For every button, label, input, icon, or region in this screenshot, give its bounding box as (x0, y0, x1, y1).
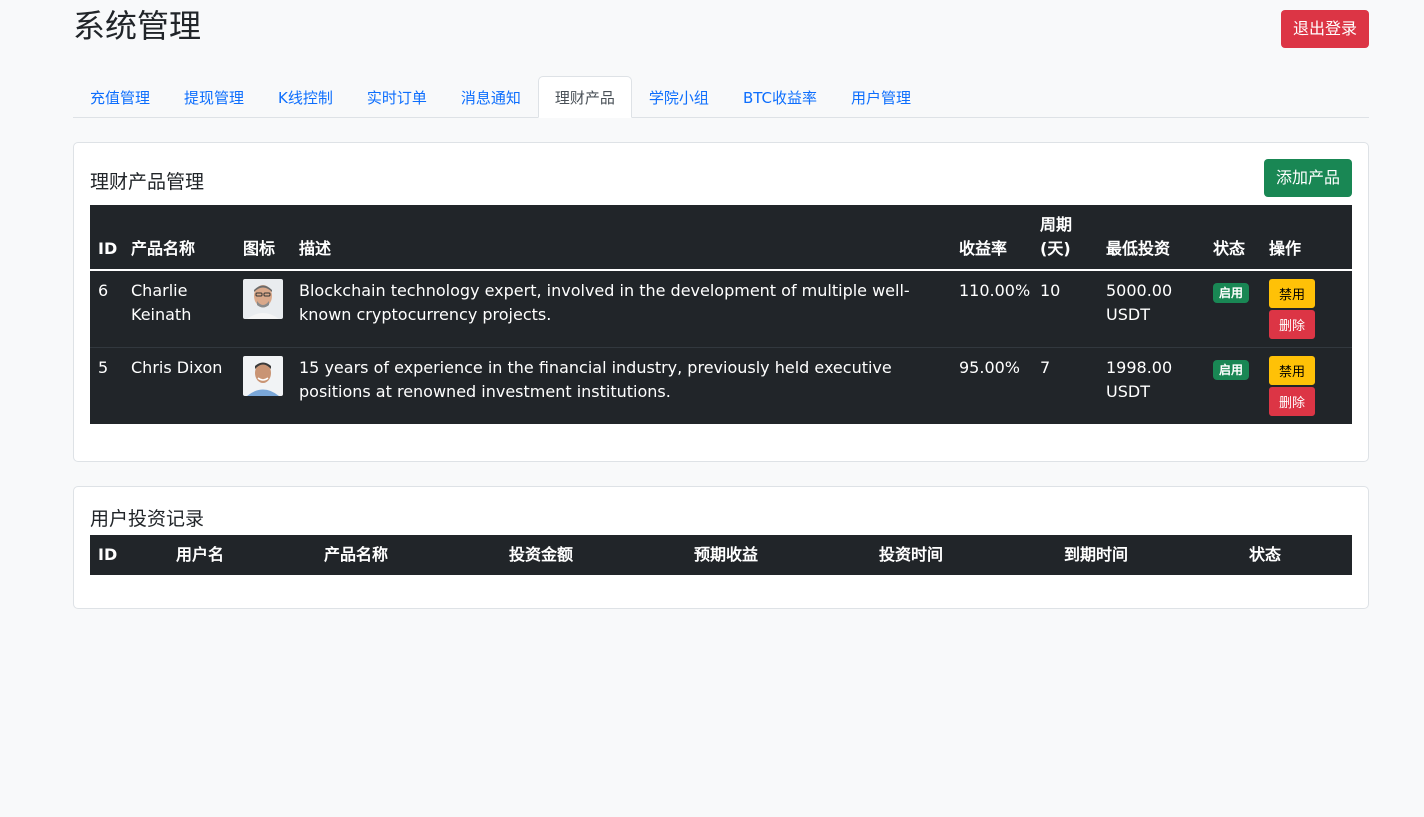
tab-withdraw[interactable]: 提现管理 (167, 76, 261, 118)
investments-card: 用户投资记录 ID 用户名 产品名称 投资金额 预期收益 投资时间 到期时间 状… (73, 486, 1369, 609)
avatar-icon (243, 356, 283, 396)
table-header-row: ID 产品名称 图标 描述 收益率 周期 (天) 最低投资 状态 操作 (90, 205, 1352, 271)
col-name: 产品名称 (123, 205, 235, 271)
page-header: 系统管理 退出登录 (73, 6, 1369, 66)
product-period: 10 (1032, 270, 1098, 348)
tab-btc-yield[interactable]: BTC收益率 (726, 76, 834, 118)
col-expire-time: 到期时间 (1064, 545, 1129, 564)
nav-tabs: 充值管理 提现管理 K线控制 实时订单 消息通知 理财产品 学院小组 BTC收益… (73, 76, 1369, 118)
product-description: Blockchain technology expert, involved i… (291, 270, 951, 348)
product-name: Chris Dixon (131, 358, 223, 377)
col-min-invest: 最低投资 (1098, 205, 1205, 271)
delete-button[interactable]: 删除 (1269, 310, 1315, 339)
col-description: 描述 (291, 205, 951, 271)
tab-orders[interactable]: 实时订单 (350, 76, 444, 118)
col-status: 状态 (1249, 545, 1282, 564)
col-product-name: 产品名称 (324, 545, 389, 564)
col-rate: 收益率 (951, 205, 1032, 271)
status-badge: 启用 (1213, 360, 1250, 380)
col-id: ID (90, 205, 123, 271)
avatar-icon (243, 279, 283, 319)
col-id: ID (98, 545, 118, 564)
disable-button[interactable]: 禁用 (1269, 356, 1315, 385)
col-status: 状态 (1205, 205, 1261, 271)
table-header-row: ID 用户名 产品名称 投资金额 预期收益 投资时间 到期时间 状态 (90, 535, 1352, 575)
tab-recharge[interactable]: 充值管理 (73, 76, 167, 118)
tab-users[interactable]: 用户管理 (834, 76, 928, 118)
col-amount: 投资金额 (509, 545, 574, 564)
tab-kline[interactable]: K线控制 (261, 76, 350, 118)
table-row: 5 Chris Dixon 15 years of experience in … (90, 348, 1352, 425)
col-actions: 操作 (1261, 205, 1352, 271)
col-icon: 图标 (235, 205, 291, 271)
add-product-button[interactable]: 添加产品 (1263, 159, 1352, 197)
product-min-invest: 5000.00 USDT (1098, 270, 1205, 348)
investments-table: ID 用户名 产品名称 投资金额 预期收益 投资时间 到期时间 状态 (90, 535, 1352, 575)
product-description: 15 years of experience in the financial … (299, 358, 892, 401)
status-badge: 启用 (1213, 283, 1250, 303)
product-rate: 110.00% (951, 270, 1032, 348)
product-id: 6 (90, 270, 123, 348)
logout-button[interactable]: 退出登录 (1280, 10, 1369, 48)
tab-messages[interactable]: 消息通知 (444, 76, 538, 118)
product-min-invest: 1998.00 USDT (1106, 358, 1173, 401)
table-row: 6 Charlie Keinath Blockchain technology … (90, 270, 1352, 348)
product-name: Charlie Keinath (123, 270, 235, 348)
col-invest-time: 投资时间 (879, 545, 944, 564)
tab-products[interactable]: 理财产品 (537, 76, 632, 118)
delete-button[interactable]: 删除 (1269, 387, 1315, 416)
col-username: 用户名 (176, 545, 225, 564)
col-period: 周期 (天) (1032, 205, 1098, 271)
tab-academy[interactable]: 学院小组 (632, 76, 726, 118)
col-expected-return: 预期收益 (694, 545, 759, 564)
page-title: 系统管理 (73, 7, 202, 45)
product-period: 7 (1040, 358, 1051, 377)
disable-button[interactable]: 禁用 (1269, 279, 1315, 308)
investments-title: 用户投资记录 (90, 508, 205, 530)
products-title: 理财产品管理 (90, 171, 205, 193)
products-table: ID 产品名称 图标 描述 收益率 周期 (天) 最低投资 状态 操作 6 Ch… (90, 205, 1352, 424)
product-rate: 95.00% (959, 358, 1021, 377)
product-id: 5 (98, 358, 109, 377)
products-card: 理财产品管理 添加产品 ID 产品名称 图标 描述 收益率 周期 (天) 最低投… (73, 142, 1369, 462)
